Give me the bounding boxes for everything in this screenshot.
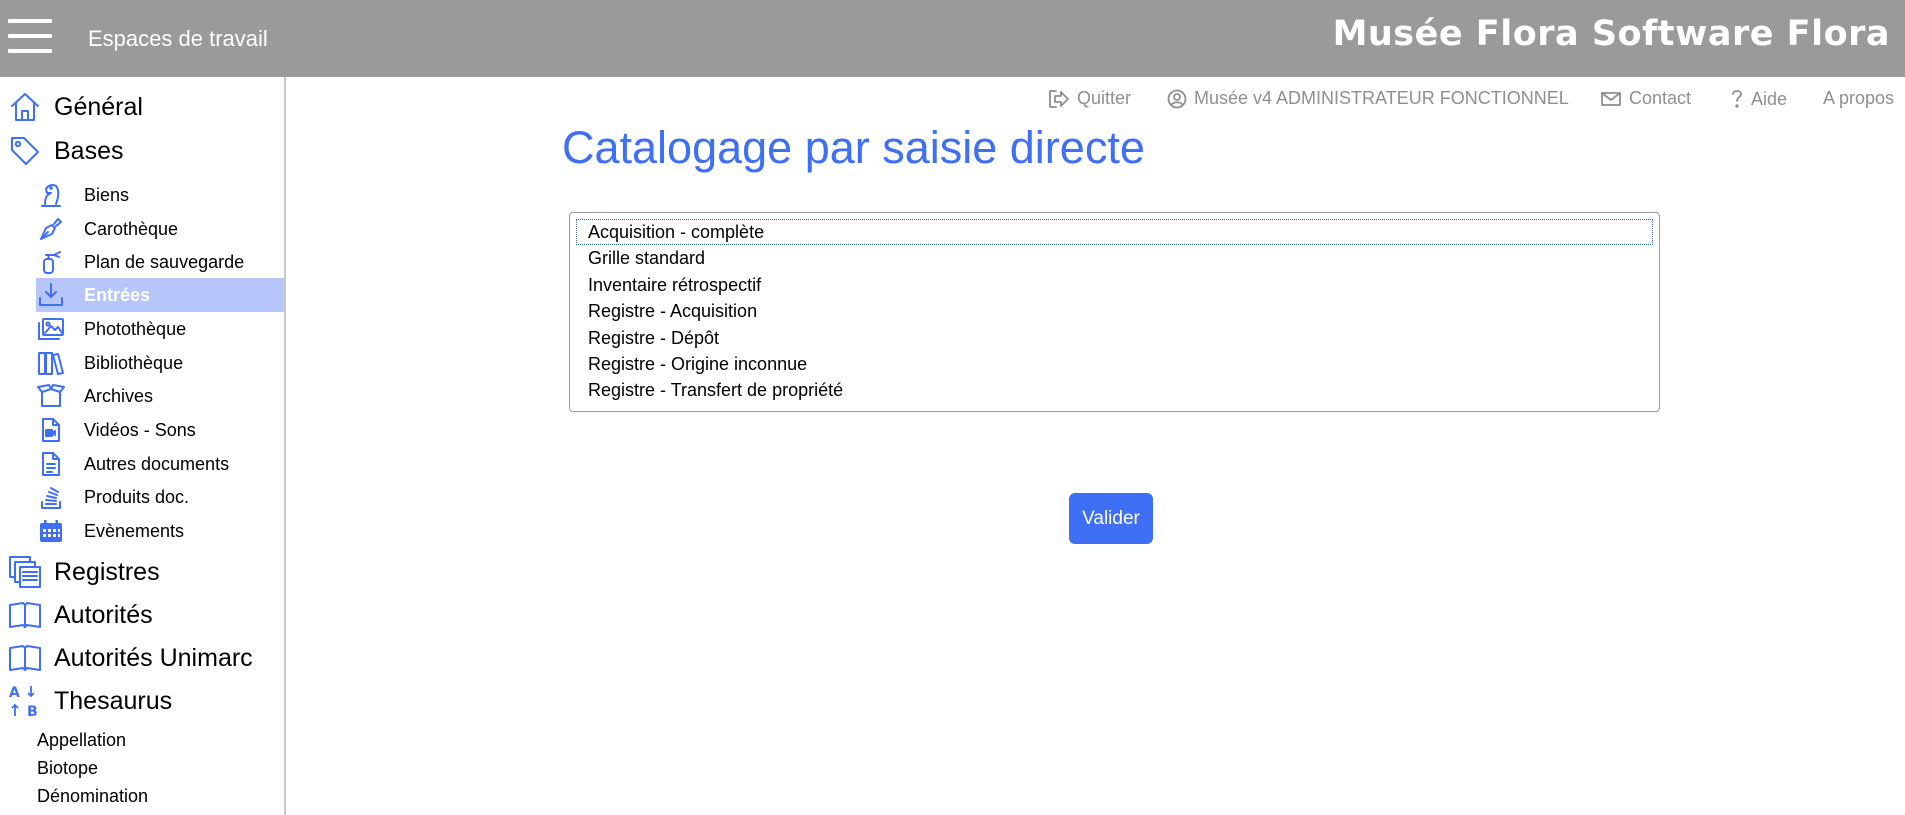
sidebar-item-bases[interactable]: Bases <box>0 131 284 171</box>
svg-text:A: A <box>9 685 20 701</box>
help-link[interactable]: Aide <box>1730 88 1787 110</box>
quit-link[interactable]: Quitter <box>1048 88 1131 109</box>
svg-text:B: B <box>27 704 38 719</box>
validate-button[interactable]: Valider <box>1069 493 1153 544</box>
sidebar-item-thesaurus[interactable]: A B Thesaurus <box>0 681 284 721</box>
sidebar-item-biens[interactable]: Biens <box>36 178 284 212</box>
sidebar-item-phototheque[interactable]: Photothèque <box>36 312 284 346</box>
sidebar-item-label: Bibliothèque <box>84 352 184 373</box>
about-label: A propos <box>1823 88 1895 108</box>
file-video-icon <box>36 415 66 445</box>
hamburger-menu-icon[interactable] <box>8 19 52 53</box>
brand-title: Musée Flora Software Flora <box>1332 14 1890 54</box>
thesaurus-item-denomination[interactable]: Dénomination <box>37 786 148 807</box>
sign-out-icon <box>1049 89 1069 108</box>
workspaces-link[interactable]: Espaces de travail <box>88 26 268 52</box>
stack-icon <box>36 482 66 512</box>
sidebar-item-registres[interactable]: Registres <box>0 552 284 592</box>
download-tray-icon <box>36 280 66 310</box>
sidebar-item-produits-doc[interactable]: Produits doc. <box>36 480 284 514</box>
list-option[interactable]: Grille standard <box>576 245 1653 271</box>
contact-label: Contact <box>1629 88 1692 108</box>
sidebar-item-autres-documents[interactable]: Autres documents <box>36 447 284 481</box>
books-icon <box>36 348 66 378</box>
list-option[interactable]: Registre - Transfert de propriété <box>576 377 1653 403</box>
list-option[interactable]: Registre - Dépôt <box>576 325 1653 351</box>
sidebar-item-label: Photothèque <box>84 318 187 339</box>
user-circle-icon <box>1167 89 1187 108</box>
sidebar-item-carotheque[interactable]: Carothèque <box>36 212 284 246</box>
sidebar-item-bibliotheque[interactable]: Bibliothèque <box>36 346 284 380</box>
list-option[interactable]: Inventaire rétrospectif <box>576 272 1653 298</box>
copy-stack-icon <box>8 555 42 589</box>
sidebar-item-label: Thesaurus <box>54 686 173 715</box>
help-label: Aide <box>1751 88 1788 109</box>
thesaurus-item-appellation[interactable]: Appellation <box>37 730 126 751</box>
sidebar-item-label: Evènements <box>84 520 185 541</box>
chess-knight-icon <box>36 180 66 210</box>
fire-extinguisher-icon <box>36 247 66 277</box>
sidebar-item-label: Biens <box>84 184 130 205</box>
sidebar-item-entrees[interactable]: Entrées <box>36 278 284 312</box>
sidebar: Général Bases Biens Carothèque Plan de s… <box>0 77 286 815</box>
sidebar-item-label: Bases <box>54 136 124 165</box>
about-link[interactable]: A propos <box>1823 88 1894 109</box>
tag-icon <box>8 134 42 168</box>
pen-nib-icon <box>36 214 66 244</box>
sidebar-item-label: Archives <box>84 385 154 406</box>
envelope-icon <box>1601 91 1621 106</box>
sidebar-item-label: Carothèque <box>84 218 179 239</box>
sidebar-item-label: Vidéos - Sons <box>84 419 196 440</box>
template-listbox[interactable]: Acquisition - complète Grille standard I… <box>569 212 1660 412</box>
list-option[interactable]: Registre - Origine inconnue <box>576 351 1653 377</box>
calendar-icon <box>36 516 66 546</box>
sidebar-item-label: Autorités Unimarc <box>54 643 253 672</box>
sidebar-item-evenements[interactable]: Evènements <box>36 514 284 548</box>
images-icon <box>36 314 66 344</box>
sidebar-item-plan-de-sauvegarde[interactable]: Plan de sauvegarde <box>36 245 284 279</box>
top-bar: Espaces de travail Musée Flora Software … <box>0 0 1905 77</box>
list-option[interactable]: Acquisition - complète <box>576 219 1653 246</box>
quit-label: Quitter <box>1077 88 1132 108</box>
sidebar-item-archives[interactable]: Archives <box>36 379 284 413</box>
open-box-icon <box>36 381 66 411</box>
sidebar-item-autorites-unimarc[interactable]: Autorités Unimarc <box>0 638 284 678</box>
sidebar-item-label: Plan de sauvegarde <box>84 251 245 272</box>
user-label: Musée v4 ADMINISTRATEUR FONCTIONNEL <box>1194 88 1569 108</box>
thesaurus-item-biotope[interactable]: Biotope <box>37 758 98 779</box>
list-option[interactable]: Registre - Acquisition <box>576 298 1653 324</box>
user-link[interactable]: Musée v4 ADMINISTRATEUR FONCTIONNEL <box>1167 88 1569 109</box>
top-links-bar: Quitter Musée v4 ADMINISTRATEUR FONCTION… <box>0 88 1905 114</box>
sidebar-item-label: Produits doc. <box>84 486 190 507</box>
question-icon <box>1732 90 1742 108</box>
sidebar-item-label: Autorités <box>54 600 153 629</box>
sidebar-item-autorites[interactable]: Autorités <box>0 595 284 635</box>
file-text-icon <box>36 449 66 479</box>
open-book-icon <box>8 598 42 632</box>
sidebar-item-videos-sons[interactable]: Vidéos - Sons <box>36 413 284 447</box>
open-book-icon <box>8 641 42 675</box>
contact-link[interactable]: Contact <box>1600 88 1691 109</box>
sidebar-item-label: Registres <box>54 557 160 586</box>
sidebar-item-label: Autres documents <box>84 453 230 474</box>
sort-alpha-icon: A B <box>8 684 42 719</box>
sidebar-item-label: Entrées <box>84 284 151 305</box>
page-title: Catalogage par saisie directe <box>562 122 1145 173</box>
